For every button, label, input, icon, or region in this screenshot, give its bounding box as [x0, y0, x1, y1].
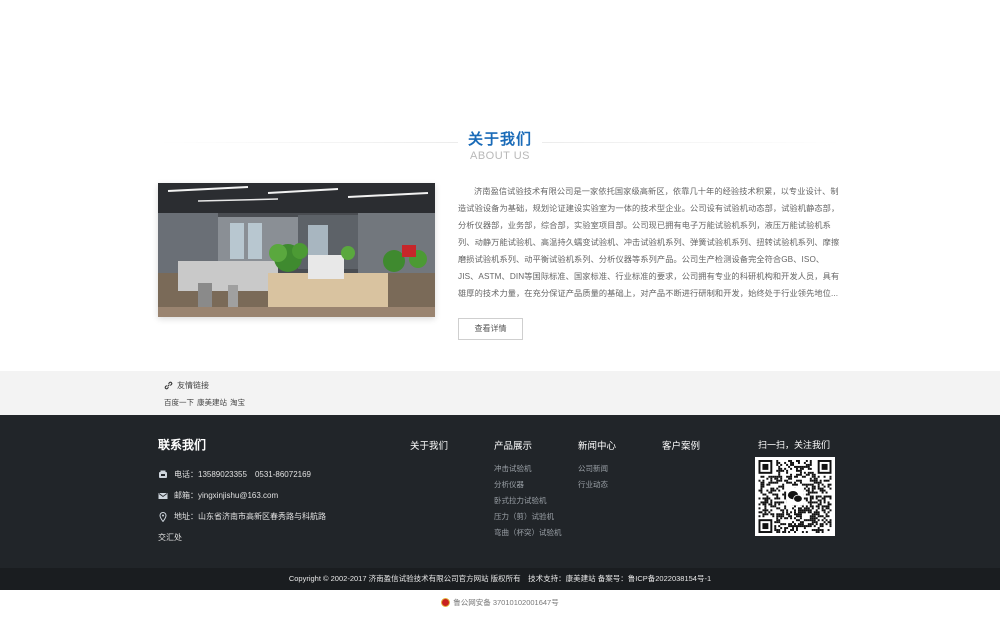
contact-address-text: 地址：山东省济南市高新区春秀路与科航路 [174, 512, 326, 521]
about-description: 济南盈信试验技术有限公司是一家依托国家级高新区，依靠几十年的经验技术积累，以专业… [458, 187, 840, 298]
contact-phone: 电话：13589023355 0531-86072169 [158, 469, 311, 480]
about-title: 关于我们 [467, 131, 532, 148]
footer-nav-link[interactable]: 压力（剪）试验机 [494, 512, 562, 521]
friendly-links-label: 友情链接 [177, 381, 209, 390]
friendly-links-list: 百度一下 康美建站 淘宝 [164, 397, 245, 408]
phone-icon [158, 470, 170, 480]
mail-icon [158, 491, 170, 501]
footer-nav-link[interactable]: 卧式拉力试验机 [494, 496, 562, 505]
friendly-link[interactable]: 百度一下 [164, 397, 194, 408]
qr-title: 扫一扫，关注我们 [758, 440, 831, 450]
footer-nav-products: 产品展示 冲击试验机 分析仪器 卧式拉力试验机 压力（剪）试验机 弯曲（杯突）试… [494, 438, 562, 544]
view-details-button[interactable]: 查看详情 [458, 318, 523, 340]
footer-nav-heading[interactable]: 关于我们 [410, 438, 448, 452]
footer-nav-about: 关于我们 [410, 438, 448, 464]
qr-pattern [758, 460, 832, 533]
footer-nav-news: 新闻中心 公司新闻 行业动态 [578, 438, 616, 496]
beian-text[interactable]: 鲁公网安备 37010102001647号 [453, 597, 558, 608]
office-photo [158, 183, 435, 317]
footer-nav-link[interactable]: 行业动态 [578, 480, 616, 489]
footer-nav-link[interactable]: 弯曲（杯突）试验机 [494, 528, 562, 537]
footer-nav-link[interactable]: 公司新闻 [578, 464, 616, 473]
footer-nav-heading[interactable]: 客户案例 [662, 438, 700, 452]
contact-address-extra: 交汇处 [158, 533, 182, 542]
friendly-links-title: 友情链接 [164, 380, 209, 391]
link-icon [164, 381, 173, 390]
about-section-header: 关于我们 ABOUT US [158, 126, 842, 166]
contact-email-text: 邮箱：yingxinjishu@163.com [174, 491, 279, 500]
police-emblem-icon [441, 598, 451, 607]
friendly-links-bar: 友情链接 百度一下 康美建站 淘宝 [0, 371, 1000, 415]
footer-nav-heading[interactable]: 产品展示 [494, 438, 562, 452]
footer-nav-link[interactable]: 冲击试验机 [494, 464, 562, 473]
wechat-qr-code [755, 457, 835, 536]
footer-nav-heading[interactable]: 新闻中心 [578, 438, 616, 452]
contact-phone-text: 电话：13589023355 0531-86072169 [174, 470, 311, 479]
contact-email: 邮箱：yingxinjishu@163.com [158, 490, 278, 501]
about-subtitle: ABOUT US [469, 150, 531, 162]
friendly-link[interactable]: 康美建站 [197, 397, 227, 408]
footer-nav-cases: 客户案例 [662, 438, 700, 464]
copyright-bar: Copyright © 2002-2017 济南盈信试验技术有限公司官方网站 版… [0, 568, 1000, 590]
beian-record: 鲁公网安备 37010102001647号 [0, 597, 1000, 608]
footer: 联系我们 电话：13589023355 0531-86072169 邮箱：yin… [0, 415, 1000, 568]
location-pin-icon [158, 511, 170, 522]
footer-nav-link[interactable]: 分析仪器 [494, 480, 562, 489]
friendly-link[interactable]: 淘宝 [230, 397, 245, 408]
contact-title: 联系我们 [158, 438, 207, 452]
contact-address: 地址：山东省济南市高新区春秀路与科航路 [158, 511, 326, 522]
